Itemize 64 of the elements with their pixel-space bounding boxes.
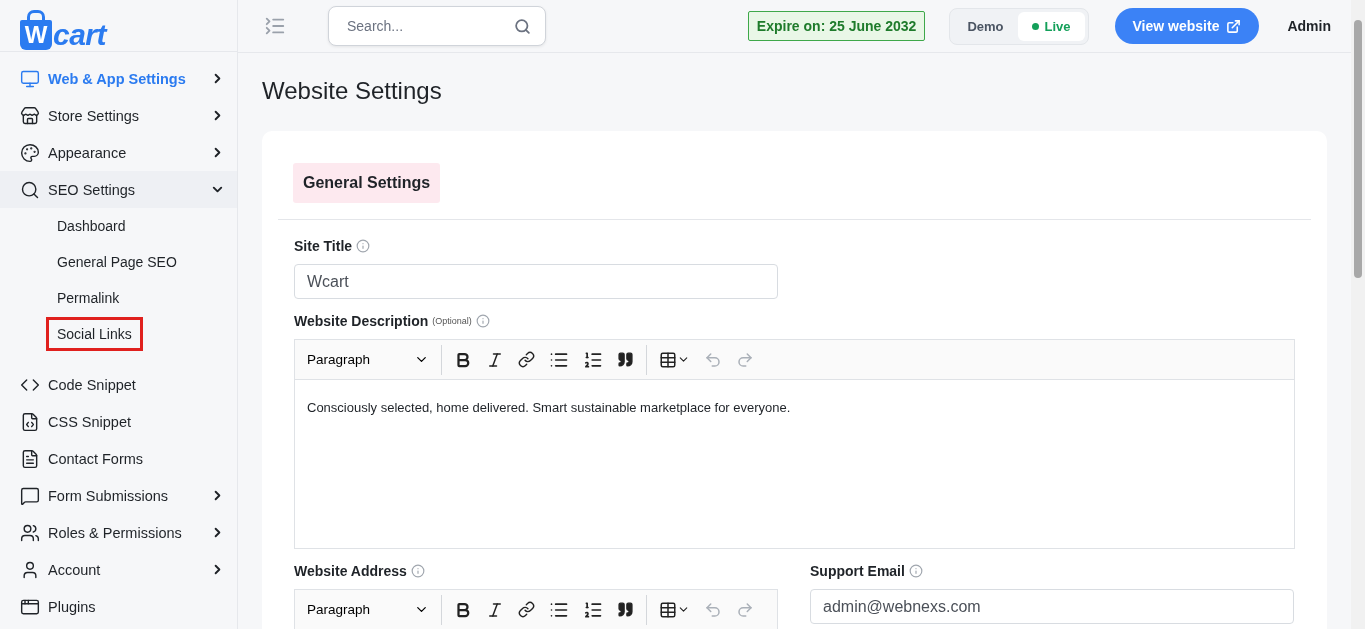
- logo-text: cart: [53, 19, 107, 50]
- view-website-button[interactable]: View website: [1114, 8, 1260, 44]
- sidebar-label: Appearance: [48, 144, 128, 161]
- mode-tab[interactable]: Demo: [953, 11, 1018, 41]
- sidebar-item[interactable]: Account: [0, 551, 237, 588]
- info-icon: [908, 564, 923, 578]
- paragraph-dropdown[interactable]: Paragraph: [301, 352, 435, 367]
- info-icon: [356, 239, 371, 253]
- expiry-badge: Expire on: 25 June 2032: [747, 11, 926, 41]
- site-title-field[interactable]: Wcart: [294, 264, 778, 299]
- section-title: General Settings: [293, 163, 441, 203]
- submenu-item[interactable]: Dashboard: [46, 209, 137, 243]
- monitor-icon: [20, 68, 40, 89]
- submenu-item[interactable]: Social Links: [46, 317, 143, 351]
- sidebar-item[interactable]: Plugins: [0, 588, 237, 625]
- field-label: Website Address: [294, 563, 407, 579]
- submenu-item[interactable]: General Page SEO: [46, 245, 188, 279]
- optional-note: (Optional): [432, 316, 472, 326]
- address-editor[interactable]: Paragraph: [294, 589, 778, 629]
- editor-text: Consciously selected, home delivered. Smart sustainable marketplace for everyone.: [306, 399, 792, 417]
- sidebar-label: Account: [48, 561, 102, 578]
- page-title: Website Settings: [262, 77, 443, 105]
- sidebar-label: Plugins: [48, 598, 97, 615]
- email-field[interactable]: admin@webnexs.com: [810, 589, 1294, 624]
- sidebar-label: Form Submissions: [48, 487, 170, 504]
- search-input[interactable]: Search...: [345, 17, 514, 35]
- sidebar-label: Contact Forms: [48, 450, 145, 467]
- palette-icon: [20, 142, 40, 163]
- search-icon[interactable]: [514, 17, 531, 35]
- user-icon: [20, 559, 40, 580]
- paragraph-dropdown[interactable]: Paragraph: [301, 602, 435, 617]
- users-icon: [20, 522, 40, 543]
- sidebar-item[interactable]: Code Snippet: [0, 366, 237, 403]
- submenu-item[interactable]: Permalink: [46, 281, 131, 315]
- sidebar-item[interactable]: Contact Forms: [0, 440, 237, 477]
- sidebar-label: SEO Settings: [48, 181, 137, 198]
- sidebar-item[interactable]: CSS Snippet: [0, 403, 237, 440]
- external-link-icon: [1226, 18, 1242, 34]
- sidebar-item[interactable]: SEO Settings: [0, 171, 237, 208]
- logo-bag: W: [20, 9, 52, 50]
- info-icon: [410, 564, 425, 578]
- sidebar-label: Web & App Settings: [48, 70, 187, 87]
- info-icon: [475, 314, 490, 328]
- sidebar-label: Roles & Permissions: [48, 524, 183, 541]
- sidebar-label: Code Snippet: [48, 376, 137, 393]
- field-label: Site Title: [294, 238, 353, 254]
- user-name[interactable]: Admin: [1287, 18, 1331, 34]
- sidebar-label: Store Settings: [48, 107, 141, 124]
- sidebar-item[interactable]: Roles & Permissions: [0, 514, 237, 551]
- scrollbar[interactable]: [1351, 0, 1365, 629]
- description-editor[interactable]: Paragraph Consciously selected, home delivered. Smart sustainable marketplace for everyone.: [294, 339, 1295, 549]
- search-icon: [20, 179, 40, 200]
- chat-bubble-icon: [20, 485, 40, 506]
- store-icon: [20, 105, 40, 126]
- sidebar-item[interactable]: Store Settings: [0, 97, 237, 134]
- field-label: Website Description: [294, 313, 429, 329]
- document-icon: [20, 448, 40, 469]
- sidebar-item[interactable]: Appearance: [0, 134, 237, 171]
- sidebar-label: CSS Snippet: [48, 413, 133, 430]
- sidebar-item[interactable]: Form Submissions: [0, 477, 237, 514]
- code-file-icon: [20, 411, 40, 432]
- search-field[interactable]: Search...: [328, 6, 546, 46]
- field-label: Support Email: [810, 563, 905, 579]
- sidebar-item[interactable]: Web & App Settings: [0, 60, 237, 97]
